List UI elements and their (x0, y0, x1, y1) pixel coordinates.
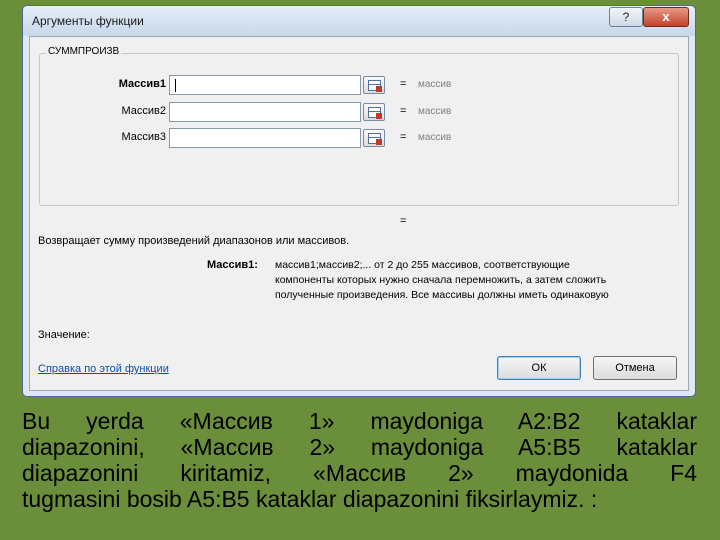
argument-description-line: компоненты которых нужно сначала перемно… (275, 274, 607, 286)
argument-hint: массив (418, 106, 452, 117)
argument-input-2[interactable] (169, 102, 361, 122)
argument-hint: массив (418, 79, 452, 90)
range-select-icon[interactable] (363, 129, 385, 147)
argument-description-line: полученные произведения. Все массивы дол… (275, 289, 609, 301)
argument-input-3[interactable] (169, 128, 361, 148)
caption-line: tugmasini bosib A5:B5 kataklar diapazoni… (22, 486, 598, 512)
help-link[interactable]: Справка по этой функции (38, 363, 169, 375)
caption-line: diapazonini, «Массив 2» maydoniga A5:B5 … (22, 434, 697, 460)
argument-description-label: Массив1: (207, 259, 258, 271)
range-select-icon[interactable] (363, 76, 385, 94)
argument-input-1[interactable] (169, 75, 361, 95)
cancel-button[interactable]: Отмена (593, 356, 677, 380)
argument-equals: = (400, 78, 407, 90)
value-label: Значение: (38, 329, 90, 341)
argument-label: Массив1 (118, 78, 166, 90)
argument-equals: = (400, 105, 407, 117)
dialog-body: СУММПРОИЗВ Массив1 = массив Массив2 = ма… (29, 36, 689, 391)
argument-label: Массив2 (121, 105, 166, 117)
argument-row-2: Массив2 = массив (40, 102, 680, 124)
function-group-box: СУММПРОИЗВ Массив1 = массив Массив2 = ма… (39, 46, 680, 206)
range-select-icon[interactable] (363, 103, 385, 121)
close-button[interactable]: x (643, 7, 689, 27)
ok-button[interactable]: ОК (497, 356, 581, 380)
function-description: Возвращает сумму произведений диапазонов… (38, 235, 350, 247)
argument-row-1: Массив1 = массив (40, 75, 680, 97)
function-arguments-dialog: Аргументы функции ? x СУММПРОИЗВ Массив1… (22, 5, 696, 397)
text-caret (175, 79, 176, 92)
dialog-title: Аргументы функции (32, 14, 144, 28)
argument-equals: = (400, 131, 407, 143)
argument-label: Массив3 (121, 131, 166, 143)
help-button[interactable]: ? (609, 7, 643, 27)
caption-line: diapazonini kiritamiz, «Массив 2» maydon… (22, 460, 697, 486)
argument-description-line: массив1;массив2;... от 2 до 255 массивов… (275, 259, 570, 271)
caption-text: Bu yerda «Массив 1» maydoniga A2:B2 kata… (22, 408, 697, 512)
argument-row-3: Массив3 = массив (40, 128, 680, 150)
result-equals: = (400, 215, 407, 227)
title-bar[interactable]: Аргументы функции ? x (23, 6, 695, 36)
argument-hint: массив (418, 132, 452, 143)
caption-line: Bu yerda «Массив 1» maydoniga A2:B2 kata… (22, 408, 697, 434)
function-name: СУММПРОИЗВ (46, 46, 122, 57)
